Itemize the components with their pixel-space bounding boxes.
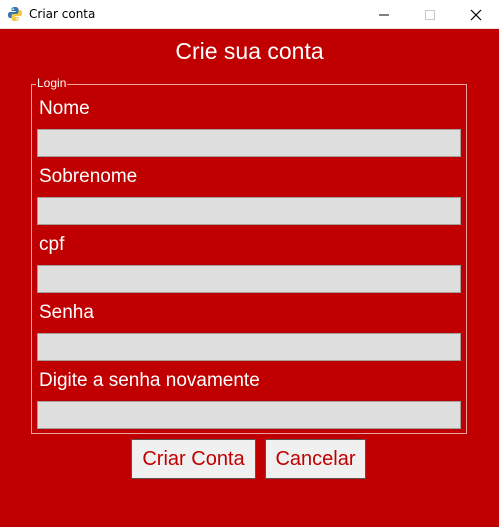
- page-title: Crie sua conta: [175, 38, 324, 64]
- nome-label: Nome: [39, 98, 90, 119]
- confirm-senha-input[interactable]: [37, 401, 461, 429]
- create-account-button[interactable]: Criar Conta: [131, 439, 256, 479]
- maximize-icon: [425, 10, 435, 20]
- confirm-senha-label: Digite a senha novamente: [39, 370, 260, 391]
- maximize-button[interactable]: [407, 0, 453, 29]
- senha-label: Senha: [39, 302, 94, 323]
- minimize-button[interactable]: [361, 0, 407, 29]
- window-title: Criar conta: [29, 7, 96, 21]
- login-group-label: Login: [36, 76, 68, 90]
- sobrenome-input[interactable]: [37, 197, 461, 225]
- senha-input[interactable]: [37, 333, 461, 361]
- sobrenome-label: Sobrenome: [39, 166, 138, 187]
- close-button[interactable]: [453, 0, 499, 29]
- cancel-button[interactable]: Cancelar: [265, 439, 366, 479]
- minimize-icon: [379, 14, 389, 16]
- cpf-input[interactable]: [37, 265, 461, 293]
- title-bar: Criar conta: [0, 0, 499, 29]
- close-icon: [470, 9, 482, 21]
- cpf-label: cpf: [39, 234, 65, 255]
- python-icon: [8, 7, 22, 21]
- form-window-body: Crie sua conta Login Nome Sobrenome cpf …: [0, 29, 499, 527]
- nome-input[interactable]: [37, 129, 461, 157]
